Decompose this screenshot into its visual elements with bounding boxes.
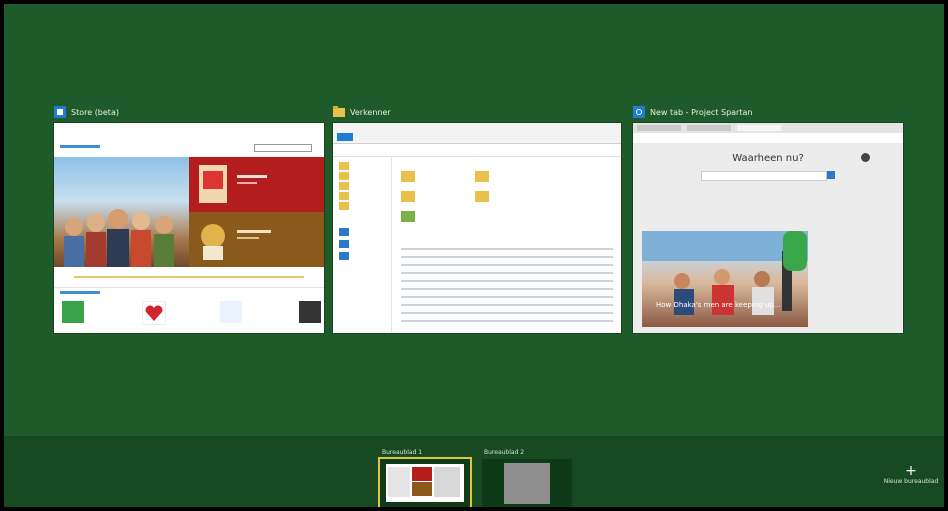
- app-tile-dark[interactable]: [299, 301, 321, 323]
- store-tile-brown[interactable]: [189, 212, 324, 267]
- news-caption: How Dhaka's men are keeping up...: [656, 301, 781, 309]
- explorer-nav-pane: [333, 156, 392, 333]
- browser-tab-strip: [633, 123, 903, 133]
- browser-search-input[interactable]: [701, 171, 827, 181]
- new-desktop-label: Nieuw bureaublad: [883, 478, 939, 485]
- store-strip: [54, 267, 324, 288]
- folder-icon: [333, 106, 345, 118]
- green-figure: [783, 231, 807, 271]
- store-tile-red[interactable]: [189, 157, 324, 212]
- window-explorer[interactable]: Verkenner: [333, 104, 621, 333]
- app-tile-heart[interactable]: [142, 301, 166, 325]
- plus-icon: +: [905, 463, 917, 479]
- store-icon: [54, 106, 66, 118]
- desktop-label-1: Bureaublad 1: [382, 449, 423, 456]
- store-hero-banner: [54, 157, 189, 267]
- desktop-1-thumbnail[interactable]: [378, 457, 472, 507]
- search-button[interactable]: [827, 171, 835, 179]
- window-thumbnail-explorer[interactable]: [333, 123, 621, 333]
- window-title-text: New tab - Project Spartan: [650, 107, 753, 117]
- window-store[interactable]: Store (beta): [54, 104, 324, 333]
- explorer-ribbon: [333, 123, 621, 144]
- new-desktop-button[interactable]: + Nieuw bureaublad: [878, 464, 944, 485]
- desktop-label-2: Bureaublad 2: [484, 449, 525, 456]
- window-title-text: Store (beta): [71, 107, 119, 117]
- game-art-warrior: [201, 224, 271, 260]
- window-title-browser: New tab - Project Spartan: [633, 104, 752, 120]
- window-browser[interactable]: New tab - Project Spartan Waarheen nu? H…: [633, 104, 903, 333]
- game-art: [199, 165, 267, 203]
- app-tile-blue[interactable]: [220, 301, 242, 323]
- desktop-2-preview: [504, 463, 550, 504]
- window-thumbnail-browser[interactable]: Waarheen nu? How Dhaka's men are keeping…: [633, 123, 903, 333]
- store-header: [54, 123, 324, 158]
- section-header-line: [60, 291, 100, 294]
- hero-illustration: [64, 209, 174, 267]
- browser-icon: [633, 106, 645, 118]
- browser-content: Waarheen nu? How Dhaka's men are keeping…: [633, 143, 903, 333]
- task-view: Store (beta) Verkenner New tab - Project…: [4, 4, 944, 507]
- heart-icon: [145, 305, 163, 321]
- app-tile-green[interactable]: [62, 301, 84, 323]
- window-title-explorer: Verkenner: [333, 104, 391, 120]
- desktop-2-thumbnail[interactable]: [482, 459, 572, 507]
- desktop-1-preview: [386, 464, 464, 502]
- window-title-text: Verkenner: [350, 107, 391, 117]
- virtual-desktop-bar: Bureaublad 1 Bureaublad 2 + Nieuw bureau…: [4, 436, 944, 507]
- window-thumbnail-store[interactable]: [54, 123, 324, 333]
- window-title-store: Store (beta): [54, 104, 119, 120]
- profile-dot: [861, 153, 870, 162]
